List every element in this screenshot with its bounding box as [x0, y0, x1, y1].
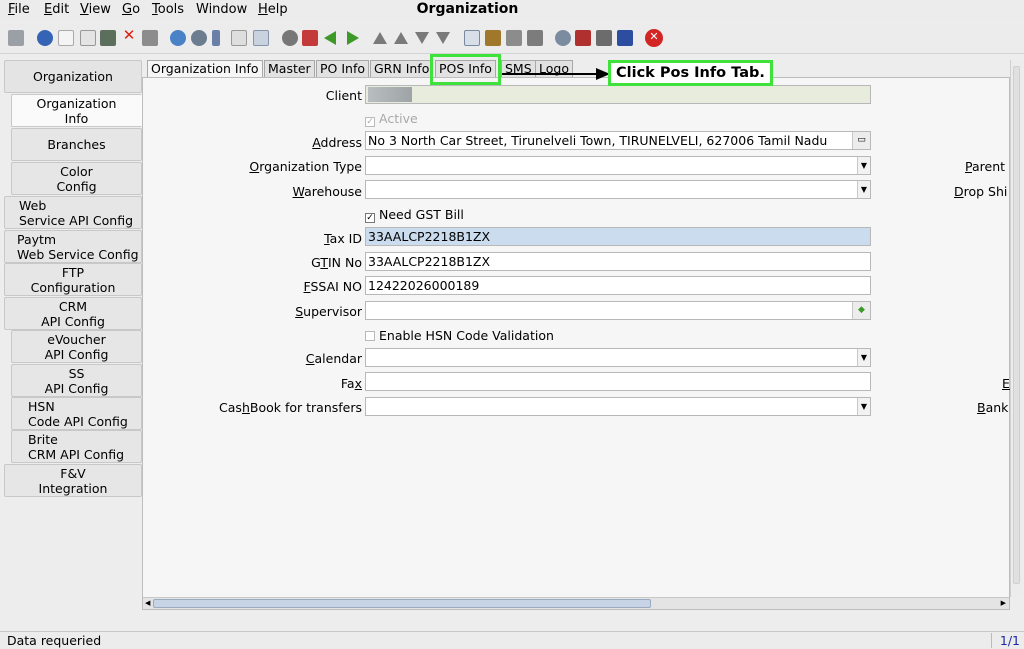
previous-page-icon[interactable]	[394, 32, 408, 44]
checkbox-empty-icon	[365, 331, 375, 341]
next-page-icon[interactable]	[415, 32, 429, 44]
e-label: E	[1002, 376, 1010, 391]
print-preview-icon[interactable]	[506, 30, 522, 46]
gtin-field[interactable]: 33AALCP2218B1ZX	[365, 252, 871, 271]
delete-selection-icon[interactable]: ✕	[121, 27, 137, 43]
report-icon[interactable]	[464, 30, 480, 46]
instruction-callout: Click Pos Info Tab.	[608, 60, 773, 86]
side-tab-paytm-web-service-config[interactable]: Paytm Web Service Config	[4, 230, 142, 263]
side-tab-brite-crm-api-config[interactable]: Brite CRM API Config	[11, 430, 142, 463]
workflow-icon[interactable]	[575, 30, 591, 46]
status-bar: Data requeried 1/1	[0, 631, 1024, 649]
gtin-label: GTIN No	[311, 255, 362, 270]
previous-record-icon[interactable]	[324, 31, 336, 45]
side-tab-color-config[interactable]: Color Config	[11, 162, 142, 195]
tab-po-info[interactable]: PO Info	[316, 60, 370, 78]
client-field[interactable]	[365, 85, 871, 104]
warehouse-label: Warehouse	[292, 184, 362, 199]
checkmark-icon: ✓	[365, 117, 375, 127]
tax-id-field[interactable]: 33AALCP2218B1ZX	[365, 227, 871, 246]
request-icon[interactable]	[617, 30, 633, 46]
side-tab-web-service-api-config[interactable]: Web Service API Config	[4, 196, 142, 229]
supervisor-label: Supervisor	[295, 304, 362, 319]
side-tab-organization-info[interactable]: Organization Info	[11, 94, 142, 127]
tab-master[interactable]: Master	[264, 60, 315, 78]
drop-ship-label: Drop Shi	[954, 184, 1008, 199]
enable-hsn-validation-checkbox[interactable]: Enable HSN Code Validation	[365, 328, 554, 343]
next-record-icon[interactable]	[347, 31, 359, 45]
client-label: Client	[325, 88, 362, 103]
supervisor-field[interactable]: ◆	[365, 301, 871, 320]
side-tab-evoucher-api-config[interactable]: eVoucher API Config	[11, 330, 142, 363]
warehouse-select[interactable]: ▼	[365, 180, 871, 199]
new-icon[interactable]	[58, 30, 74, 46]
help-icon[interactable]	[37, 30, 53, 46]
side-tab-branches[interactable]: Branches	[11, 128, 142, 161]
attachment-icon[interactable]	[212, 30, 220, 46]
arrow-right-icon	[502, 68, 610, 80]
client-value-chip	[368, 87, 412, 102]
tax-id-label: Tax ID	[324, 231, 362, 246]
save-icon[interactable]	[142, 30, 158, 46]
scroll-left-icon[interactable]: ◀	[145, 599, 150, 607]
archive-icon[interactable]	[485, 30, 501, 46]
active-checkbox[interactable]: ✓ Active	[365, 111, 418, 127]
fax-field[interactable]	[365, 372, 871, 391]
horizontal-scrollbar[interactable]: ◀ ▶	[143, 597, 1009, 609]
location-button-icon[interactable]: ▭	[852, 132, 870, 149]
chevron-down-icon: ▼	[857, 181, 870, 198]
find-icon[interactable]	[191, 30, 207, 46]
checkmark-icon: ✓	[365, 213, 375, 223]
search-button-icon[interactable]: ◆	[852, 302, 870, 319]
pos-info-highlight	[430, 54, 501, 85]
grid-toggle-icon[interactable]	[253, 30, 269, 46]
fssai-label: FSSAI NO	[303, 279, 363, 294]
address-field[interactable]: No 3 North Car Street, Tirunelveli Town,…	[365, 131, 871, 150]
side-tab-hsn-code-api-config[interactable]: HSN Code API Config	[11, 397, 142, 430]
refresh-icon[interactable]	[170, 30, 186, 46]
chevron-down-icon: ▼	[857, 349, 870, 366]
cashbook-label: CashBook for transfers	[219, 400, 362, 415]
side-tab-ftp-configuration[interactable]: FTP Configuration	[4, 263, 142, 296]
side-tab-organization[interactable]: Organization	[4, 60, 142, 93]
exit-icon[interactable]: ✕	[645, 29, 663, 47]
vertical-scrollbar[interactable]	[1010, 60, 1022, 597]
side-tab-crm-api-config[interactable]: CRM API Config	[4, 297, 142, 330]
organization-type-label: Organization Type	[249, 159, 362, 174]
organization-type-select[interactable]: ▼	[365, 156, 871, 175]
delete-icon[interactable]	[100, 30, 116, 46]
menu-bar: File Edit View Go Tools Window Help Orga…	[0, 0, 1024, 22]
chevron-down-icon: ▼	[857, 398, 870, 415]
first-record-icon[interactable]	[373, 32, 387, 44]
zoom-across-icon[interactable]	[555, 30, 571, 46]
bank-label: Bank	[977, 400, 1009, 415]
status-message: Data requeried	[7, 633, 102, 648]
product-info-icon[interactable]	[596, 30, 612, 46]
home-icon[interactable]	[302, 30, 318, 46]
address-label: Address	[312, 135, 362, 150]
undo-icon[interactable]	[8, 30, 24, 46]
fssai-field[interactable]: 12422026000189	[365, 276, 871, 295]
cashbook-select[interactable]: ▼	[365, 397, 871, 416]
chat-icon[interactable]	[231, 30, 247, 46]
calendar-select[interactable]: ▼	[365, 348, 871, 367]
calendar-label: Calendar	[305, 351, 362, 366]
history-icon[interactable]	[282, 30, 298, 46]
vertical-scroll-thumb[interactable]	[1013, 66, 1020, 584]
scroll-right-icon[interactable]: ▶	[1001, 599, 1006, 607]
side-tab-fv-integration[interactable]: F&V Integration	[4, 464, 142, 497]
copy-icon[interactable]	[80, 30, 96, 46]
toolbar: ✕ ✕	[0, 24, 1024, 54]
window-title: Organization	[416, 1, 519, 17]
chevron-down-icon: ▼	[857, 157, 870, 174]
fax-label: Fax	[340, 376, 362, 391]
tab-grn-info[interactable]: GRN Info	[370, 60, 434, 78]
print-icon[interactable]	[527, 30, 543, 46]
record-count[interactable]: 1/1	[990, 633, 1020, 648]
need-gst-bill-checkbox[interactable]: ✓ Need GST Bill	[365, 207, 464, 223]
horizontal-scroll-thumb[interactable]	[153, 599, 651, 608]
last-record-icon[interactable]	[436, 32, 450, 44]
side-tab-ss-api-config[interactable]: SS API Config	[11, 364, 142, 397]
parent-label: Parent	[965, 159, 1006, 174]
